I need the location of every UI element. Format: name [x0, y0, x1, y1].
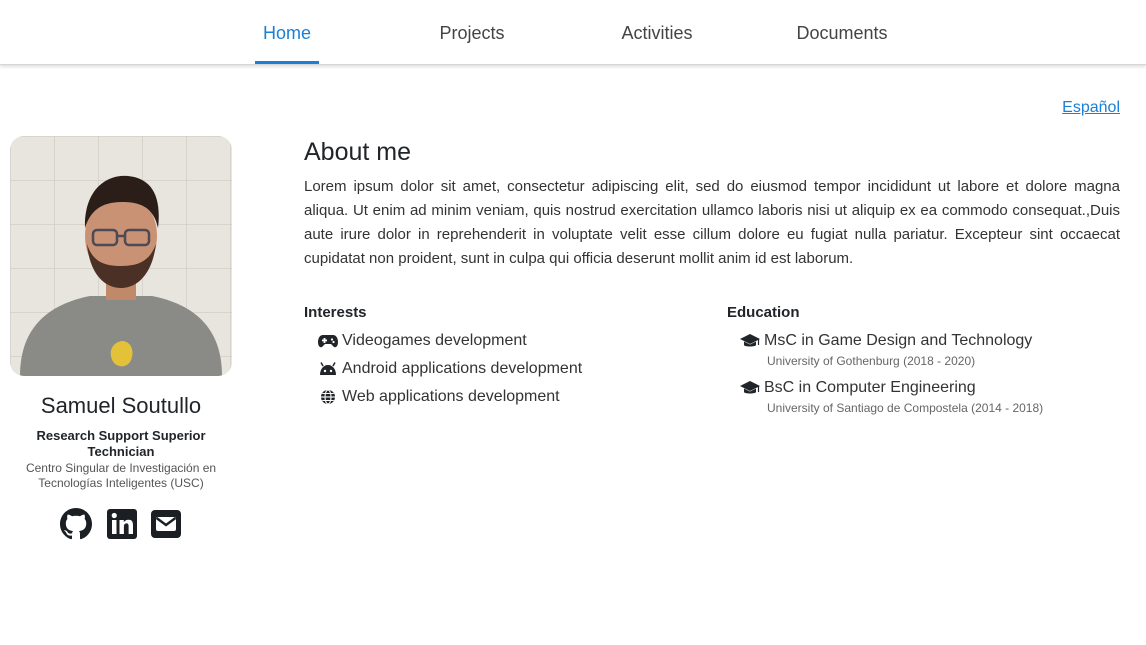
android-icon: [318, 361, 338, 377]
language-switch-link[interactable]: Español: [1062, 99, 1120, 117]
education-heading: Education: [727, 304, 800, 321]
education-degree: BsC in Computer Engineering: [764, 379, 976, 396]
interest-label: Web applications development: [342, 388, 560, 405]
tab-projects[interactable]: Projects: [425, 0, 519, 64]
tab-activities-label: Activities: [621, 23, 693, 43]
email-icon[interactable]: [150, 508, 182, 540]
tab-projects-label: Projects: [439, 23, 505, 43]
graduation-cap-icon: [740, 333, 760, 349]
interest-label: Videogames development: [342, 332, 527, 349]
interests-heading: Interests: [304, 304, 367, 321]
interest-label: Android applications development: [342, 360, 583, 377]
profile-name: Samuel Soutullo: [40, 393, 202, 418]
profile-role: Research Support Superior Technician: [36, 428, 206, 459]
tab-home-label: Home: [262, 23, 311, 43]
globe-icon: [318, 389, 338, 405]
about-text: Lorem ipsum dolor sit amet, consectetur …: [304, 178, 1120, 267]
education-institution: University of Santiago de Compostela (20…: [767, 401, 1044, 415]
education-institution: University of Gothenburg (2018 - 2020): [767, 354, 976, 368]
active-tab-indicator: [255, 61, 319, 64]
github-icon[interactable]: [60, 508, 92, 540]
profile-organization: Centro Singular de Investigación en Tecn…: [25, 461, 217, 490]
about-title: About me: [304, 138, 412, 166]
profile-photo: [10, 136, 232, 376]
tab-documents[interactable]: Documents: [782, 0, 902, 64]
education-degree: MsC in Game Design and Technology: [764, 332, 1033, 349]
tab-documents-label: Documents: [796, 23, 888, 43]
tab-activities[interactable]: Activities: [607, 0, 707, 64]
linkedin-icon[interactable]: [106, 508, 138, 540]
tab-home[interactable]: Home: [255, 0, 319, 64]
gamepad-icon: [318, 333, 338, 349]
top-navbar: Home Projects Activities Documents: [0, 0, 1146, 65]
graduation-cap-icon: [740, 380, 760, 396]
